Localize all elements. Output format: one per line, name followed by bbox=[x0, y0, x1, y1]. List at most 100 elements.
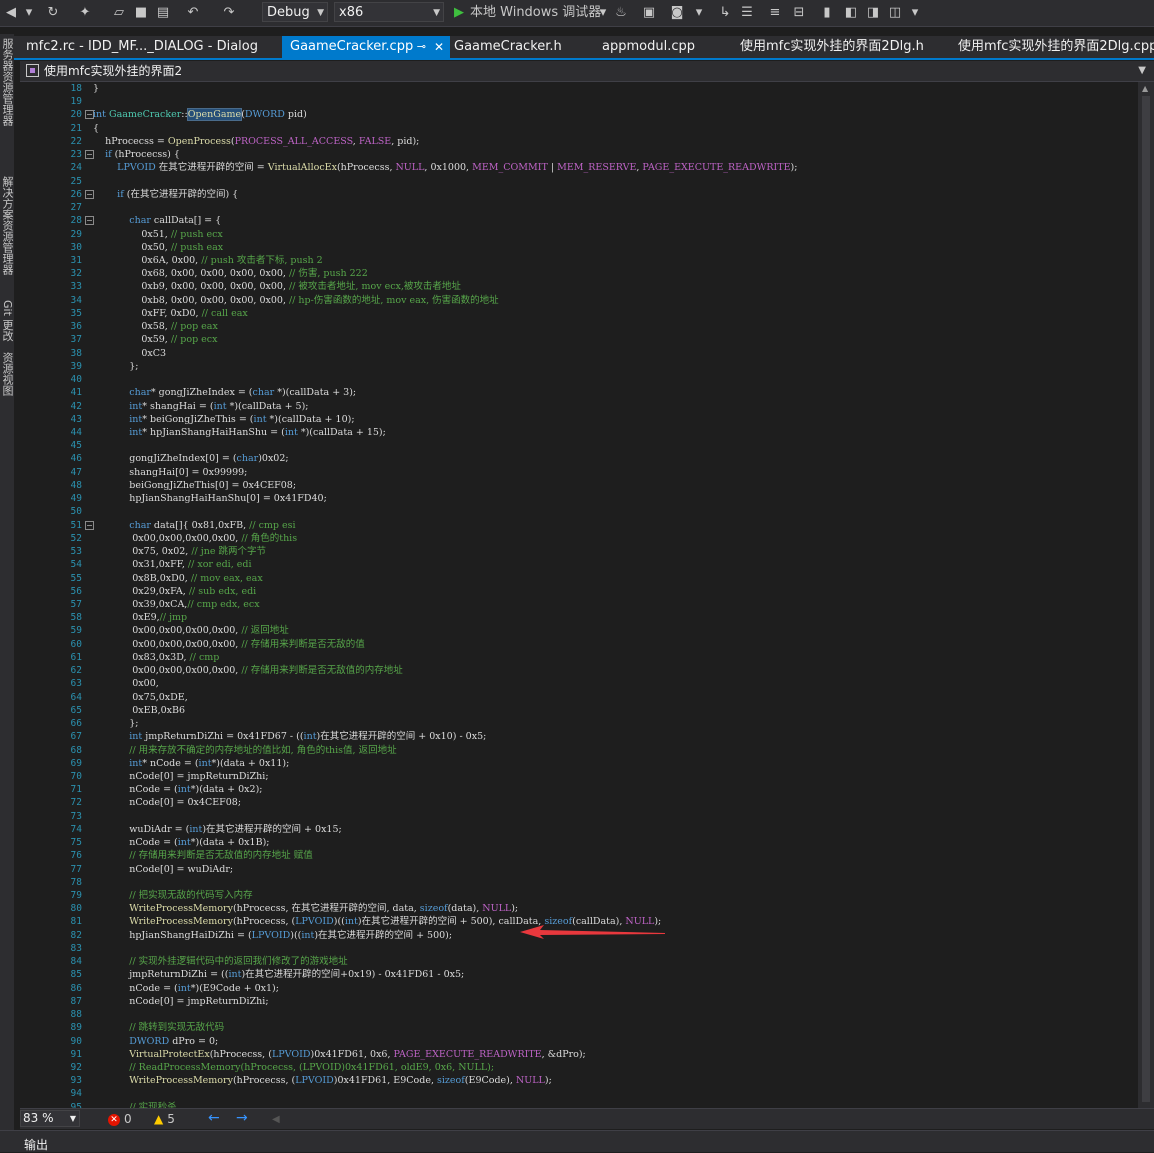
tab-gaamecracker-h[interactable]: GaameCracker.h bbox=[446, 36, 576, 58]
code-line[interactable]: 88 bbox=[20, 1008, 1138, 1021]
chevron-down-icon[interactable]: ▼ bbox=[1138, 61, 1146, 81]
error-count[interactable]: ✕ 0 bbox=[108, 1111, 132, 1127]
code-line[interactable]: 85 jmpReturnDiZhi = ((int)在其它进程开辟的空间+0x1… bbox=[20, 968, 1138, 981]
code-line[interactable]: 43 int* beiGongJiZheThis = (int *)(callD… bbox=[20, 413, 1138, 426]
code-line[interactable]: 31 0x6A, 0x00, // push 攻击者下标, push 2 bbox=[20, 254, 1138, 267]
code-line[interactable]: 68 // 用来存放不确定的内存地址的值比如, 角色的this值, 返回地址 bbox=[20, 744, 1138, 757]
code-line[interactable]: 36 0x58, // pop eax bbox=[20, 320, 1138, 333]
navigation-bar[interactable]: 使用mfc实现外挂的界面2 ▼ bbox=[20, 61, 1154, 82]
clear-bookmarks-icon[interactable]: ◫ bbox=[886, 3, 904, 23]
arrow-right-icon[interactable]: → bbox=[236, 1110, 248, 1126]
folder-icon[interactable]: ▣ bbox=[640, 3, 658, 23]
code-line[interactable]: 87 nCode[0] = jmpReturnDiZhi; bbox=[20, 995, 1138, 1008]
code-line[interactable]: 60 0x00,0x00,0x00,0x00, // 存储用来判断是否无敌的值 bbox=[20, 638, 1138, 651]
code-line[interactable]: 93 WriteProcessMemory(hProcecss, (LPVOID… bbox=[20, 1074, 1138, 1087]
project-selector[interactable]: 使用mfc实现外挂的界面2 bbox=[44, 61, 182, 81]
code-line[interactable]: 86 nCode = (int*)(E9Code + 0x1); bbox=[20, 982, 1138, 995]
code-line[interactable]: 32 0x68, 0x00, 0x00, 0x00, 0x00, // 伤害, … bbox=[20, 267, 1138, 280]
close-icon[interactable]: ✕ bbox=[434, 36, 444, 58]
code-line[interactable]: 19 bbox=[20, 95, 1138, 108]
open-folder-icon[interactable]: ▱ bbox=[110, 3, 128, 23]
code-line[interactable]: 23 if (hProcecss) { bbox=[20, 148, 1138, 161]
code-line[interactable]: 29 0x51, // push ecx bbox=[20, 228, 1138, 241]
scrollbar-thumb[interactable] bbox=[1142, 96, 1150, 1102]
code-line[interactable]: 79 // 把实现无敌的代码写入内存 bbox=[20, 889, 1138, 902]
code-line[interactable]: 25 bbox=[20, 175, 1138, 188]
config-select[interactable]: Debug ▼ bbox=[262, 2, 328, 22]
prev-bookmark-icon[interactable]: ◧ bbox=[842, 3, 860, 23]
tab-dlg-h[interactable]: 使用mfc实现外挂的界面2Dlg.h bbox=[732, 36, 942, 58]
code-line[interactable]: 64 0x75,0xDE, bbox=[20, 691, 1138, 704]
warning-count[interactable]: ▲ 5 bbox=[154, 1111, 175, 1127]
code-line[interactable]: 78 bbox=[20, 876, 1138, 889]
tab-mfc2-rc[interactable]: mfc2.rc - IDD_MF..._DIALOG - Dialog bbox=[18, 36, 268, 58]
git-changes-tab[interactable]: Git 更改 bbox=[0, 300, 14, 341]
flame-icon[interactable]: ♨ bbox=[612, 3, 630, 23]
tab-dlg-cpp[interactable]: 使用mfc实现外挂的界面2Dlg.cpp bbox=[950, 36, 1154, 58]
redo-icon[interactable]: ↷ bbox=[220, 3, 238, 23]
code-line[interactable]: 41 char* gongJiZheIndex = (char *)(callD… bbox=[20, 386, 1138, 399]
code-line[interactable]: 18} bbox=[20, 82, 1138, 95]
undo-icon[interactable]: ↶ bbox=[184, 3, 202, 23]
code-line[interactable]: 75 nCode = (int*)(data + 0x1B); bbox=[20, 836, 1138, 849]
code-line[interactable]: 95 // 实现秒杀 bbox=[20, 1101, 1138, 1108]
zoom-select[interactable]: 83 % ▼ bbox=[20, 1110, 80, 1127]
code-line[interactable]: 26 if (在其它进程开辟的空间) { bbox=[20, 188, 1138, 201]
code-line[interactable]: 66 }; bbox=[20, 717, 1138, 730]
code-line[interactable]: 21 { bbox=[20, 122, 1138, 135]
code-line[interactable]: 70 nCode[0] = jmpReturnDiZhi; bbox=[20, 770, 1138, 783]
code-line[interactable]: 45 bbox=[20, 439, 1138, 452]
code-line[interactable]: 58 0xE9,// jmp bbox=[20, 611, 1138, 624]
code-line[interactable]: 38 0xC3 bbox=[20, 347, 1138, 360]
output-tab[interactable]: 输出 bbox=[24, 1136, 48, 1153]
save-icon[interactable]: ■ bbox=[132, 3, 150, 23]
dropdown-arrow-icon[interactable]: ▾ bbox=[20, 3, 38, 23]
code-line[interactable]: 84 // 实现外挂逻辑代码中的返回我们修改了的游戏地址 bbox=[20, 955, 1138, 968]
code-line[interactable]: 27 bbox=[20, 201, 1138, 214]
code-line[interactable]: 50 bbox=[20, 505, 1138, 518]
code-line[interactable]: 35 0xFF, 0xD0, // call eax bbox=[20, 307, 1138, 320]
code-line[interactable]: 34 0xb8, 0x00, 0x00, 0x00, 0x00, // hp-伤… bbox=[20, 294, 1138, 307]
tab-appmodul-cpp[interactable]: appmodul.cpp bbox=[594, 36, 714, 58]
code-line[interactable]: 69 int* nCode = (int*)(data + 0x11); bbox=[20, 757, 1138, 770]
code-line[interactable]: 37 0x59, // pop ecx bbox=[20, 333, 1138, 346]
code-line[interactable]: 52 0x00,0x00,0x00,0x00, // 角色的this bbox=[20, 532, 1138, 545]
bookmark-icon[interactable]: ▮ bbox=[818, 3, 836, 23]
code-line[interactable]: 71 nCode = (int*)(data + 0x2); bbox=[20, 783, 1138, 796]
dropdown-arrow-icon[interactable]: ▾ bbox=[906, 3, 924, 23]
code-line[interactable]: 39 }; bbox=[20, 360, 1138, 373]
back-icon[interactable]: ◀ bbox=[2, 3, 20, 23]
code-line[interactable]: 63 0x00, bbox=[20, 677, 1138, 690]
platform-select[interactable]: x86 ▼ bbox=[334, 2, 444, 22]
solution-explorer-tab[interactable]: 解决方案资源管理器 bbox=[0, 176, 14, 275]
code-line[interactable]: 44 int* hpJianShangHaiHanShu = (int *)(c… bbox=[20, 426, 1138, 439]
code-line[interactable]: 59 0x00,0x00,0x00,0x00, // 返回地址 bbox=[20, 624, 1138, 637]
code-line[interactable]: 73 bbox=[20, 810, 1138, 823]
code-line[interactable]: 47 shangHai[0] = 0x99999; bbox=[20, 466, 1138, 479]
code-line[interactable]: 91 VirtualProtectEx(hProcecss, (LPVOID)0… bbox=[20, 1048, 1138, 1061]
code-line[interactable]: 89 // 跳转到实现无敌代码 bbox=[20, 1021, 1138, 1034]
code-line[interactable]: 76 // 存储用来判断是否无敌值的内存地址 赋值 bbox=[20, 849, 1138, 862]
uncomment-icon[interactable]: ⊟ bbox=[790, 3, 808, 23]
next-bookmark-icon[interactable]: ◨ bbox=[864, 3, 882, 23]
code-line[interactable]: 56 0x29,0xFA, // sub edx, edi bbox=[20, 585, 1138, 598]
code-line[interactable]: 55 0x8B,0xD0, // mov eax, eax bbox=[20, 572, 1138, 585]
resource-view-tab[interactable]: 资源视图 bbox=[0, 352, 14, 396]
code-line[interactable]: 62 0x00,0x00,0x00,0x00, // 存储用来判断是否无敌值的内… bbox=[20, 664, 1138, 677]
code-line[interactable]: 48 beiGongJiZheThis[0] = 0x4CEF08; bbox=[20, 479, 1138, 492]
code-line[interactable]: 74 wuDiAdr = (int)在其它进程开辟的空间 + 0x15; bbox=[20, 823, 1138, 836]
pin-icon[interactable]: ⊸ bbox=[417, 36, 426, 58]
new-project-icon[interactable]: ✦ bbox=[76, 3, 94, 23]
code-line[interactable]: 24 LPVOID 在其它进程开辟的空间 = VirtualAllocEx(hP… bbox=[20, 161, 1138, 174]
code-line[interactable]: 90 DWORD dPro = 0; bbox=[20, 1035, 1138, 1048]
server-explorer-tab[interactable]: 服务器资源管理器 bbox=[0, 38, 14, 126]
start-debugger-button[interactable]: 本地 Windows 调试器 bbox=[470, 3, 601, 23]
code-line[interactable]: 46 gongJiZheIndex[0] = (char)0x02; bbox=[20, 452, 1138, 465]
code-line[interactable]: 65 0xEB,0xB6 bbox=[20, 704, 1138, 717]
browser-icon[interactable]: ◙ bbox=[668, 3, 686, 23]
forward-icon[interactable]: ↻ bbox=[44, 3, 62, 23]
dropdown-arrow-icon[interactable]: ▾ bbox=[594, 3, 612, 23]
code-line[interactable]: 92 // ReadProcessMemory(hProcecss, (LPVO… bbox=[20, 1061, 1138, 1074]
code-line[interactable]: 51 char data[]{ 0x81,0xFB, // cmp esi bbox=[20, 519, 1138, 532]
comment-icon[interactable]: ≡ bbox=[766, 3, 784, 23]
